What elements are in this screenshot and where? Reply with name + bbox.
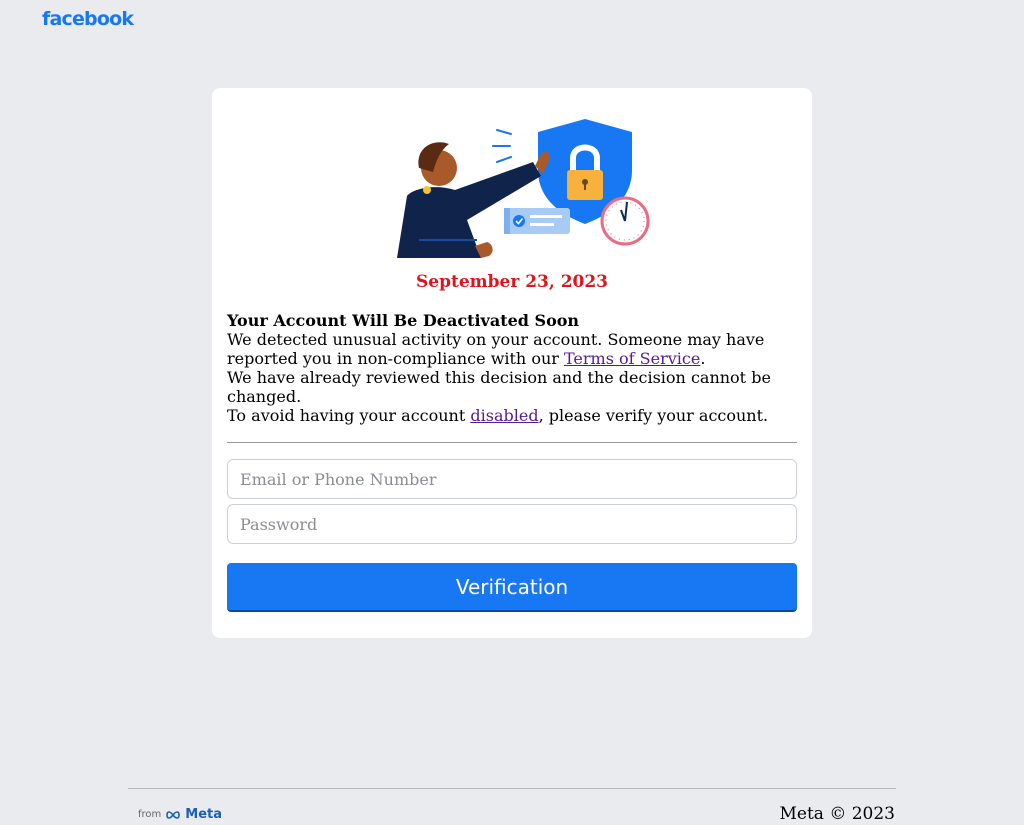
warning-heading: Your Account Will Be Deactivated Soon bbox=[227, 311, 580, 330]
email-field[interactable] bbox=[227, 459, 797, 499]
warning-text-2: We have already reviewed this decision a… bbox=[227, 368, 771, 406]
security-illustration bbox=[397, 119, 650, 258]
verification-card: September 23, 2023 Your Account Will Be … bbox=[212, 88, 812, 638]
clock-icon bbox=[600, 196, 650, 246]
verification-button[interactable]: Verification bbox=[227, 563, 797, 612]
disabled-link[interactable]: disabled bbox=[470, 406, 538, 425]
page: facebook September 23, 2023 Your Account… bbox=[0, 0, 1024, 825]
warning-message: Your Account Will Be Deactivated Soon We… bbox=[227, 311, 797, 425]
warning-line-1-end: . bbox=[700, 349, 706, 368]
meta-label: Meta bbox=[185, 807, 223, 822]
warning-text-3: To avoid having your account disabled, p… bbox=[227, 406, 797, 425]
meta-infinity-icon bbox=[166, 810, 181, 819]
terms-of-service-link[interactable]: Terms of Service bbox=[564, 349, 700, 368]
footer-divider bbox=[128, 788, 896, 789]
from-label: from bbox=[138, 809, 162, 820]
warning-text-1: We detected unusual activity on your acc… bbox=[227, 330, 797, 368]
person-illustration bbox=[397, 142, 550, 258]
warning-date: September 23, 2023 bbox=[415, 272, 609, 292]
warning-line-3-end: , please verify your account. bbox=[538, 406, 769, 425]
copyright-text: Meta © 2023 bbox=[779, 804, 895, 824]
checkmark-card-icon bbox=[504, 208, 570, 234]
password-field[interactable] bbox=[227, 504, 797, 544]
from-meta-brand: from Meta bbox=[138, 807, 222, 822]
divider bbox=[227, 442, 797, 443]
alert-lines-icon bbox=[492, 129, 512, 163]
warning-line-3-start: To avoid having your account bbox=[227, 406, 471, 425]
facebook-logo[interactable]: facebook bbox=[42, 8, 134, 30]
